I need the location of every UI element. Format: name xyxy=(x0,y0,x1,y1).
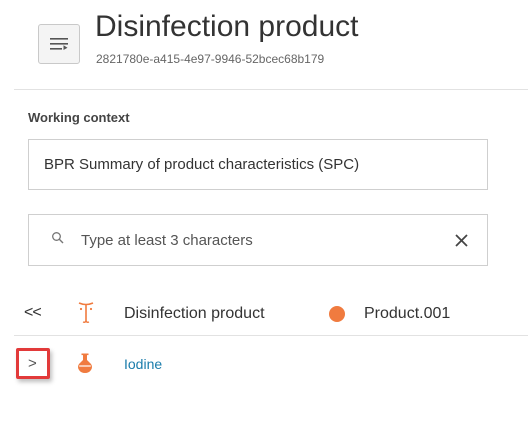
page-title: Disinfection product xyxy=(95,10,359,43)
search-input[interactable] xyxy=(81,227,421,253)
tree-child-row: > Iodine xyxy=(0,345,528,385)
product-icon xyxy=(78,302,94,323)
collapse-tree-button[interactable]: << xyxy=(24,303,42,323)
working-context-selector[interactable]: BPR Summary of product characteristics (… xyxy=(28,139,488,190)
working-context-label: Working context xyxy=(28,110,130,125)
page-subtitle-id: 2821780e-a415-4e97-9946-52bcec68b179 xyxy=(96,52,325,66)
substance-link-iodine[interactable]: Iodine xyxy=(124,356,162,372)
search-box xyxy=(28,214,488,266)
menu-button[interactable] xyxy=(38,24,80,64)
menu-icon xyxy=(50,38,68,50)
close-icon xyxy=(454,233,468,247)
chevron-right-icon: > xyxy=(28,355,37,372)
substance-flask-icon xyxy=(78,353,92,373)
expand-node-button[interactable]: > xyxy=(16,348,50,379)
clear-search-button[interactable] xyxy=(451,230,471,250)
status-dot xyxy=(329,306,345,322)
tree-root-row: << Disinfection product Product.001 xyxy=(0,295,528,335)
working-context-value: BPR Summary of product characteristics (… xyxy=(44,156,360,173)
tree-divider xyxy=(14,335,528,336)
page-header: Disinfection product 2821780e-a415-4e97-… xyxy=(0,0,528,90)
search-icon xyxy=(52,232,64,244)
product-name[interactable]: Disinfection product xyxy=(124,304,265,324)
product-code: Product.001 xyxy=(364,305,451,322)
header-divider xyxy=(14,89,528,90)
